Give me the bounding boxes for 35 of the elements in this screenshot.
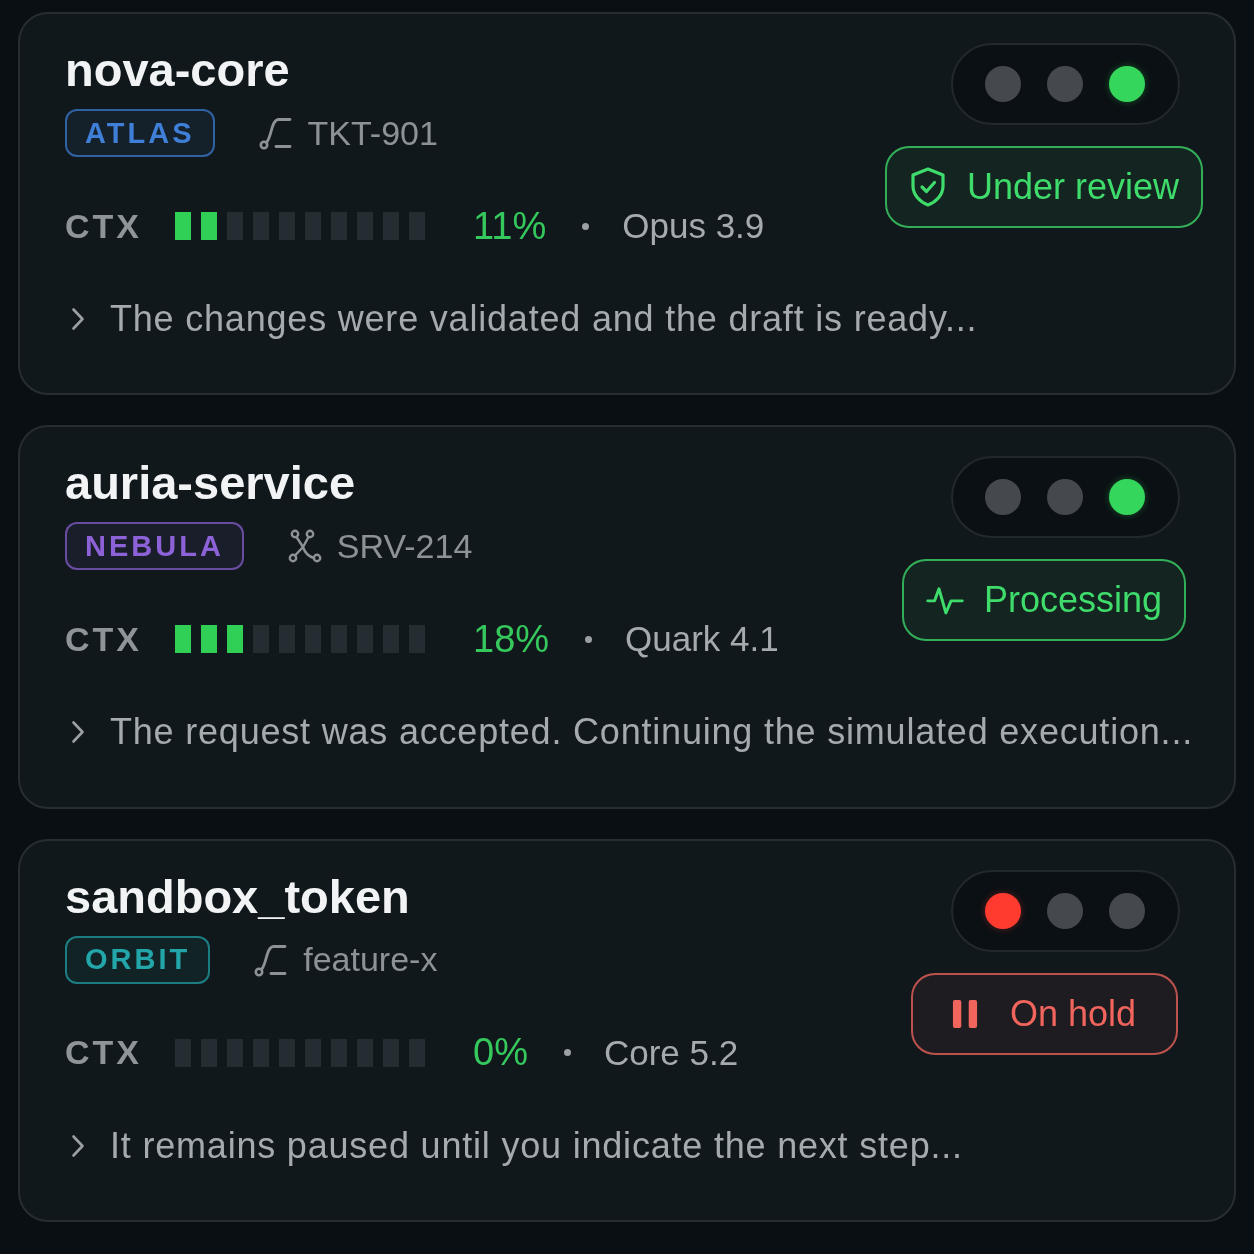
workspace-tag: ORBIT [65,935,211,984]
model-name: Opus 3.9 [622,206,765,246]
context-percent: 18% [473,617,550,661]
reference-label: SRV-214 [336,526,473,566]
separator-dot-icon [563,1049,571,1057]
project-title: auria-service [65,457,356,510]
branch-icon [258,116,293,150]
project-title: sandbox_token [65,870,410,923]
reference-label: feature-x [303,940,438,980]
status-badge: Under review [884,146,1204,228]
separator-dot-icon [582,222,590,230]
context-label: CTX [65,206,142,246]
context-label: CTX [65,619,142,659]
context-label: CTX [65,1033,142,1073]
branch-icon [254,942,289,977]
separator-dot-icon [585,635,593,643]
status-badge: On hold [910,972,1178,1055]
status-message: The changes were validated and the draft is ready... [110,298,978,340]
graph-icon [287,529,322,564]
status-badge: Processing [901,559,1187,642]
workspace-tag: ATLAS [65,109,215,157]
workspace-tag: NEBULA [65,522,244,571]
chevron-icon [70,719,86,746]
model-name: Quark 4.1 [625,619,779,660]
context-percent: 0% [473,1031,528,1075]
status-message: It remains paused until you indicate the next step... [110,1124,963,1167]
chevron-icon [70,306,86,332]
model-name: Core 5.2 [603,1032,739,1073]
chevron-icon [70,1132,86,1159]
project-title: nova-core [65,44,290,96]
context-percent: 11% [473,204,547,248]
reference-label: TKT-901 [307,113,438,153]
pause-icon [951,998,978,1029]
status-message: The request was accepted. Continuing the simulated execution... [110,711,1193,754]
shield-check-icon [908,167,947,207]
